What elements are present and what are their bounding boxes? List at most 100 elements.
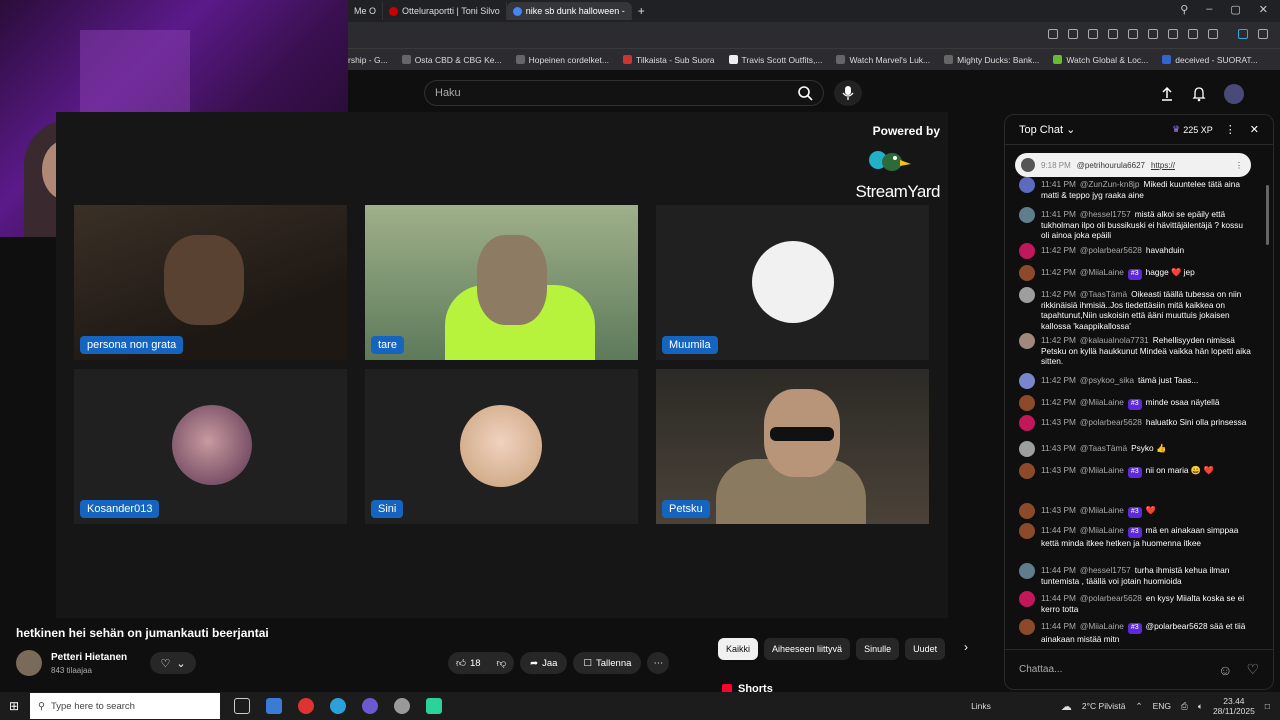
chat-username[interactable]: @MiiaLaine	[1080, 621, 1124, 631]
chat-scrollbar[interactable]	[1266, 185, 1269, 245]
maximize-icon[interactable]: ▢	[1230, 3, 1240, 16]
chat-username[interactable]: @TaasTämä	[1080, 289, 1127, 299]
extension-icon[interactable]	[1238, 29, 1248, 39]
save-button[interactable]: ☐ Tallenna	[573, 652, 642, 674]
chip-new[interactable]: Uudet	[905, 638, 946, 660]
copilot-icon[interactable]	[266, 698, 282, 714]
close-icon[interactable]: ✕	[1259, 3, 1268, 16]
chat-username[interactable]: @MiiaLaine	[1080, 525, 1124, 535]
profile-icon[interactable]	[1208, 29, 1218, 39]
more-actions-button[interactable]: ⋯	[647, 652, 670, 674]
weather-text[interactable]: 2°C Pilvistä	[1082, 701, 1126, 711]
bookmark[interactable]: Hopeinen cordelket...	[515, 55, 609, 65]
download-icon[interactable]	[1168, 29, 1178, 39]
browser-tab-1[interactable]: Me O	[348, 2, 384, 20]
chat-avatar[interactable]	[1019, 373, 1035, 389]
share-button[interactable]: ➦ Jaa	[520, 652, 568, 674]
chat-input[interactable]: Chattaa... ☺ ♡	[1005, 649, 1273, 689]
account-avatar[interactable]	[1224, 84, 1244, 104]
extension-icon[interactable]	[1188, 29, 1198, 39]
browser-tab-2[interactable]: Otteluraportti | Toni Silvo	[383, 2, 507, 20]
upload-icon[interactable]	[1160, 86, 1174, 102]
chat-avatar[interactable]	[1019, 265, 1035, 281]
chat-username[interactable]: @hessel1757	[1080, 565, 1131, 575]
chat-avatar[interactable]	[1019, 243, 1035, 259]
taskbar-search[interactable]: ⚲ Type here to search	[30, 693, 220, 719]
minimize-icon[interactable]: –	[1206, 3, 1212, 16]
search-tabs-icon[interactable]: ⚲	[1180, 3, 1188, 16]
chat-avatar[interactable]	[1019, 177, 1035, 193]
chat-avatar[interactable]	[1019, 563, 1035, 579]
pinned-message[interactable]: 9:18 PM @petrihourula6627 https:// ⋮	[1015, 153, 1251, 177]
chat-username[interactable]: @polarbear5628	[1080, 245, 1142, 255]
windows-start-icon[interactable]: ⊞	[0, 699, 28, 713]
opera-icon[interactable]	[298, 698, 314, 714]
links-toolbar[interactable]: Links	[971, 701, 991, 711]
chat-username[interactable]: @ZunZun-kn8jp	[1080, 179, 1140, 189]
chat-username[interactable]: @psykoo_sika	[1080, 375, 1134, 385]
participant-tile[interactable]: tare	[365, 205, 638, 360]
notifications-bell-icon[interactable]	[1192, 86, 1206, 102]
chat-avatar[interactable]	[1019, 523, 1035, 539]
video-player[interactable]	[56, 112, 948, 618]
chips-next-icon[interactable]: ›	[964, 640, 968, 654]
search-button[interactable]	[786, 80, 824, 106]
xp-badge[interactable]: ♛ 225 XP	[1172, 124, 1213, 135]
chat-username[interactable]: @MiiaLaine	[1080, 397, 1124, 407]
participant-tile[interactable]: Sini	[365, 369, 638, 524]
chat-avatar[interactable]	[1019, 415, 1035, 431]
voice-search-button[interactable]	[834, 80, 862, 106]
discord-icon[interactable]	[362, 698, 378, 714]
extension-icon[interactable]	[1048, 29, 1058, 39]
bookmark[interactable]: rship - G...	[348, 55, 388, 65]
bookmark[interactable]: deceived - SUORAT...	[1162, 55, 1258, 65]
bookmark[interactable]: Travis Scott Outfits,...	[728, 55, 822, 65]
edge-icon[interactable]	[330, 698, 346, 714]
chat-username[interactable]: @TaasTämä	[1080, 443, 1127, 453]
chat-avatar[interactable]	[1019, 333, 1035, 349]
chip-all[interactable]: Kaikki	[718, 638, 759, 660]
language-indicator[interactable]: ENG	[1153, 701, 1171, 711]
pinned-menu-icon[interactable]: ⋮	[1235, 161, 1243, 170]
app-icon[interactable]	[394, 698, 410, 714]
chat-avatar[interactable]	[1019, 619, 1035, 635]
participant-tile[interactable]: Petsku	[656, 369, 929, 524]
chat-username[interactable]: @polarbear5628	[1080, 593, 1142, 603]
notification-center-icon[interactable]: □	[1265, 701, 1270, 711]
new-tab-button[interactable]: +	[632, 2, 651, 20]
extension-icon[interactable]	[1068, 29, 1078, 39]
bookmark[interactable]: Watch Marvel's Luk...	[836, 55, 930, 65]
chat-username[interactable]: @MiiaLaine	[1080, 505, 1124, 515]
close-chat-icon[interactable]: ✕	[1250, 123, 1259, 136]
chip-for-you[interactable]: Sinulle	[856, 638, 900, 660]
bookmark[interactable]: Tilkaista - Sub Suora	[622, 55, 715, 65]
like-button[interactable]: 👍︎ 18	[448, 652, 489, 674]
network-icon[interactable]: ⎙	[1181, 701, 1188, 712]
emoji-icon[interactable]: ☺	[1218, 662, 1232, 678]
chip-related[interactable]: Aiheeseen liittyvä	[764, 638, 851, 660]
chat-username[interactable]: @MiiaLaine	[1080, 465, 1124, 475]
chat-mode-dropdown[interactable]: Top Chat ⌄	[1019, 123, 1075, 136]
search-input[interactable]: Haku	[424, 80, 824, 106]
chat-avatar[interactable]	[1019, 463, 1035, 479]
chat-avatar[interactable]	[1019, 441, 1035, 457]
chat-username[interactable]: @kalaualnola7731	[1080, 335, 1149, 345]
volume-icon[interactable]: 🔈︎	[1198, 701, 1203, 712]
bookmark[interactable]: Watch Global & Loc...	[1053, 55, 1148, 65]
channel-name[interactable]: Petteri Hietanen	[51, 652, 127, 663]
participant-tile[interactable]: persona non grata	[74, 205, 347, 360]
pinned-text[interactable]: https://	[1151, 161, 1175, 170]
extension-icon[interactable]	[1258, 29, 1268, 39]
app-icon[interactable]	[426, 698, 442, 714]
chat-avatar[interactable]	[1019, 503, 1035, 519]
chat-username[interactable]: @polarbear5628	[1080, 417, 1142, 427]
subscribed-button[interactable]: ♡ ⌄	[150, 652, 196, 674]
chat-avatar[interactable]	[1019, 207, 1035, 223]
participant-tile[interactable]: Kosander013	[74, 369, 347, 524]
extension-icon[interactable]	[1128, 29, 1138, 39]
chat-username[interactable]: @hessel1757	[1080, 209, 1131, 219]
channel-avatar[interactable]	[16, 650, 42, 676]
task-view-icon[interactable]	[234, 698, 250, 714]
more-options-icon[interactable]: ⋮	[1225, 123, 1236, 136]
chat-username[interactable]: @MiiaLaine	[1080, 267, 1124, 277]
